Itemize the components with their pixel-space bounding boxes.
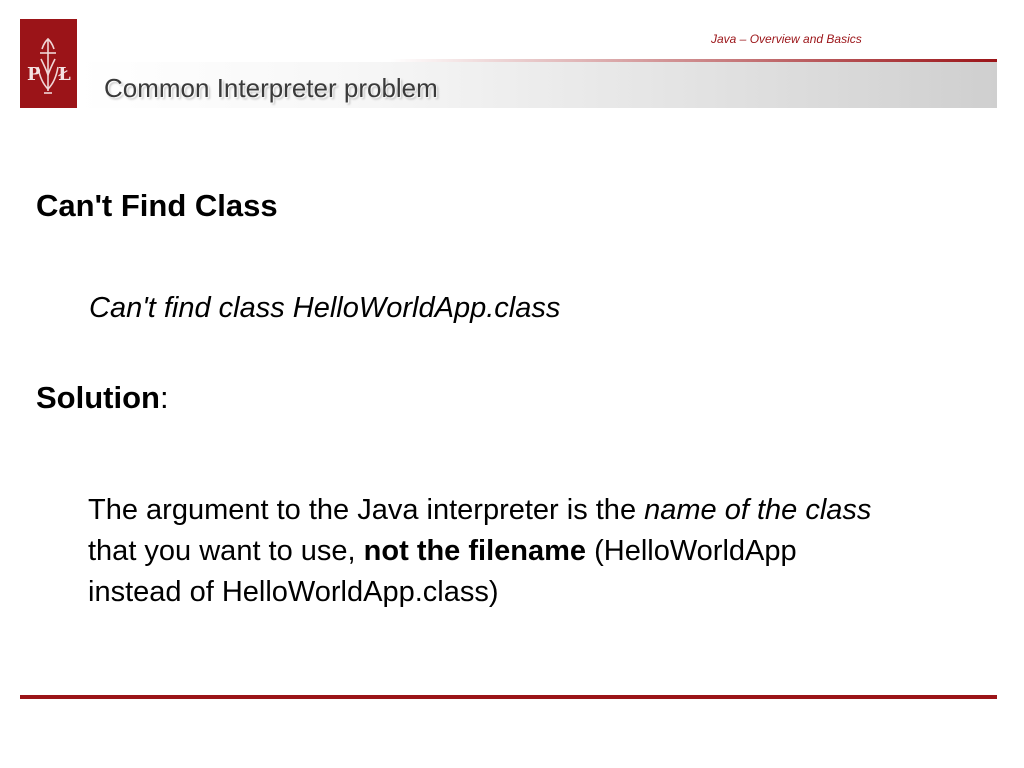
- svg-text:P: P: [27, 64, 41, 85]
- solution-line-1: The argument to the Java interpreter is …: [88, 490, 1018, 531]
- university-logo: P Ł: [20, 19, 77, 108]
- solution-paragraph: The argument to the Java interpreter is …: [88, 490, 1018, 613]
- solution-line-2-rest: (HelloWorldApp: [586, 535, 797, 567]
- heading-solution-colon: :: [159, 380, 169, 415]
- solution-line-2: that you want to use, not the filename (…: [88, 531, 1018, 572]
- heading-cant-find-class: Can't Find Class: [36, 188, 278, 223]
- solution-line-2-text: that you want to use,: [88, 535, 364, 567]
- solution-bold: not the filename: [363, 535, 587, 567]
- error-message: Can't find class HelloWorldApp.class: [89, 292, 561, 324]
- slide-title: Common Interpreter problem: [104, 73, 438, 103]
- deck-title: Java – Overview and Basics: [711, 32, 862, 46]
- heading-solution-label: Solution: [36, 380, 160, 415]
- solution-emphasis: name of the class: [644, 494, 872, 526]
- heading-solution: Solution:: [36, 380, 169, 416]
- solution-line-3: instead of HelloWorldApp.class): [88, 576, 499, 608]
- footer-divider: [20, 695, 997, 699]
- header-divider: [390, 59, 997, 62]
- svg-text:Ł: Ł: [58, 64, 71, 85]
- solution-line-1-text: The argument to the Java interpreter is …: [88, 494, 645, 526]
